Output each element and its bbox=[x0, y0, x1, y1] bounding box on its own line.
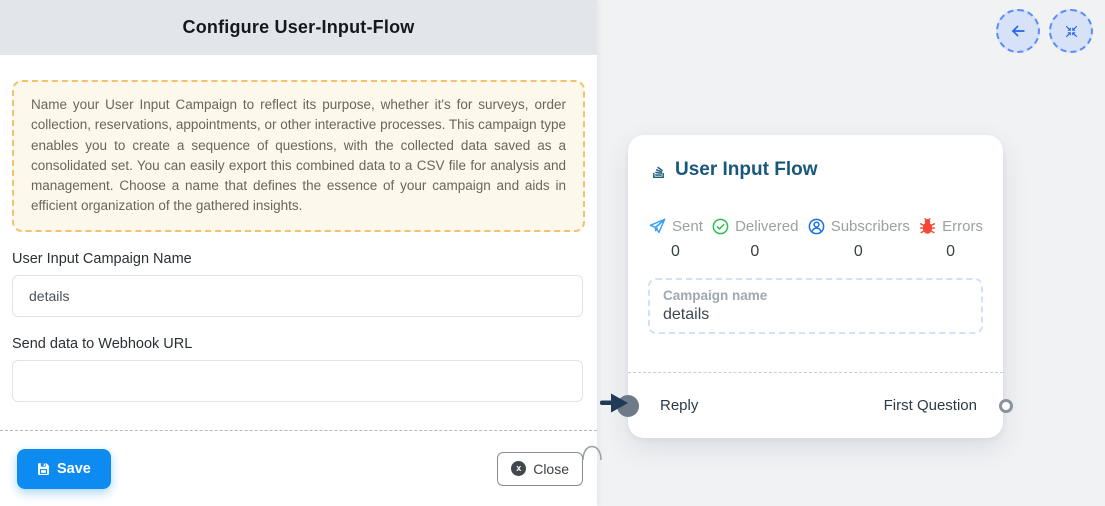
node-title: User Input Flow bbox=[675, 159, 818, 181]
campaign-description-notice: Name your User Input Campaign to reflect… bbox=[12, 80, 585, 232]
save-button[interactable]: Save bbox=[17, 449, 111, 489]
node-stats: Sent 0 Delivered 0 bbox=[628, 217, 1003, 261]
stat-errors-label: Errors bbox=[942, 218, 983, 235]
dialog-header: Configure User-Input-Flow bbox=[0, 0, 597, 55]
dialog-body: Name your User Input Campaign to reflect… bbox=[0, 55, 597, 402]
flow-canvas[interactable]: User Input Flow Sent 0 bbox=[597, 0, 1105, 506]
compress-icon bbox=[1063, 23, 1080, 40]
dialog-title: Configure User-Input-Flow bbox=[183, 17, 415, 38]
first-question-handle-label: First Question bbox=[884, 397, 977, 414]
webhook-url-input[interactable] bbox=[12, 360, 583, 402]
save-button-label: Save bbox=[57, 461, 91, 477]
stat-subscribers: Subscribers 0 bbox=[807, 217, 910, 261]
delivered-check-icon bbox=[711, 217, 730, 236]
close-button[interactable]: x Close bbox=[497, 452, 583, 486]
stat-delivered-label: Delivered bbox=[735, 218, 798, 235]
campaign-name-display-value: details bbox=[663, 306, 968, 324]
stat-subscribers-value: 0 bbox=[854, 243, 863, 261]
campaign-name-input[interactable] bbox=[12, 275, 583, 317]
campaign-name-display[interactable]: Campaign name details bbox=[648, 278, 983, 334]
stat-subscribers-label: Subscribers bbox=[831, 218, 910, 235]
stat-delivered-value: 0 bbox=[750, 243, 759, 261]
stat-sent: Sent 0 bbox=[648, 217, 703, 261]
first-question-target-handle[interactable] bbox=[999, 399, 1013, 413]
stat-errors: Errors 0 bbox=[918, 217, 983, 261]
configure-dialog: Configure User-Input-Flow Name your User… bbox=[0, 0, 597, 506]
canvas-controls bbox=[996, 9, 1093, 53]
dialog-footer: Save x Close bbox=[0, 430, 597, 506]
fit-view-button[interactable] bbox=[1049, 9, 1093, 53]
campaign-name-label: User Input Campaign Name bbox=[12, 251, 585, 267]
flow-edge-curve bbox=[580, 433, 604, 466]
mouse-cursor-icon bbox=[600, 391, 630, 418]
arrow-left-icon bbox=[1008, 21, 1028, 41]
stat-sent-label: Sent bbox=[672, 218, 703, 235]
campaign-name-display-label: Campaign name bbox=[663, 288, 968, 303]
reply-handle-label: Reply bbox=[660, 397, 698, 414]
sent-icon bbox=[648, 217, 667, 236]
close-icon: x bbox=[511, 461, 526, 476]
node-footer: Reply First Question bbox=[628, 372, 1003, 438]
subscribers-icon bbox=[807, 217, 826, 236]
user-input-flow-node[interactable]: User Input Flow Sent 0 bbox=[628, 135, 1003, 438]
stat-sent-value: 0 bbox=[671, 243, 680, 261]
stat-errors-value: 0 bbox=[946, 243, 955, 261]
close-button-label: Close bbox=[533, 461, 569, 477]
node-title-row: User Input Flow bbox=[628, 135, 1003, 181]
stat-delivered: Delivered 0 bbox=[711, 217, 798, 261]
errors-bug-icon bbox=[918, 217, 937, 236]
webhook-url-label: Send data to Webhook URL bbox=[12, 336, 585, 352]
save-icon bbox=[37, 462, 50, 475]
back-button[interactable] bbox=[996, 9, 1040, 53]
stack-icon bbox=[650, 162, 667, 179]
